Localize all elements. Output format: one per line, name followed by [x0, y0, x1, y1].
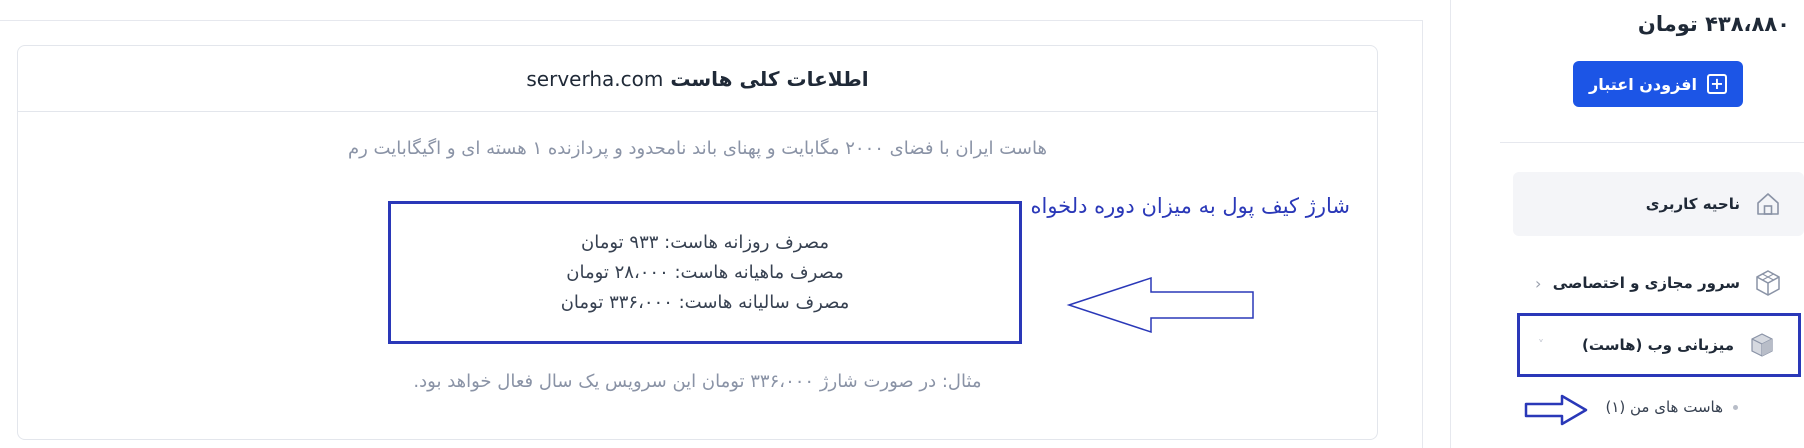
example-text: مثال: در صورت شارژ ۳۳۶،۰۰۰ تومان این سرو… — [413, 371, 982, 392]
usage-yearly: مصرف سالیانه هاست: ۳۳۶،۰۰۰ تومان — [560, 291, 850, 313]
sidebar-item-label: ناحیه کاربری — [1645, 195, 1740, 213]
annotation-arrow-right-icon — [1524, 394, 1588, 426]
add-credit-label: افزودن اعتبار — [1589, 74, 1697, 94]
box-icon — [1748, 331, 1776, 359]
sidebar-subitem-my-hosts[interactable]: هاست های من (۱) — [1588, 395, 1738, 419]
chevron-down-icon: ˅ — [1538, 338, 1544, 352]
bullet-icon — [1733, 404, 1738, 410]
sidebar-subitem-label: هاست های من (۱) — [1605, 398, 1723, 416]
page-root: اطلاعات کلی هاست serverha.com هاست ایران… — [0, 0, 1804, 448]
sidebar-item-user-area[interactable]: ناحیه کاربری — [1513, 172, 1804, 236]
wallet-balance: ۴۳۸،۸۸۰ تومان — [1637, 12, 1790, 36]
sidebar-item-vps[interactable]: سرور مجازی و اختصاصی ‹ — [1513, 258, 1804, 308]
annotation-arrow-left-icon — [1066, 276, 1254, 334]
main-top-divider — [0, 20, 1423, 21]
home-icon — [1754, 190, 1782, 218]
sidebar-section-divider — [1500, 142, 1804, 143]
main-right-divider — [1422, 20, 1423, 448]
card-title: اطلاعات کلی هاست serverha.com — [526, 67, 868, 91]
add-credit-button[interactable]: + افزودن اعتبار — [1573, 61, 1743, 107]
card-title-text: اطلاعات کلی هاست — [670, 66, 869, 91]
sidebar-item-web-hosting[interactable]: میزبانی وب (هاست) ˅ — [1517, 313, 1801, 377]
usage-highlight-box: مصرف روزانه هاست: ۹۳۳ تومان مصرف ماهیانه… — [388, 201, 1022, 344]
annotation-text: شارژ کیف پول به میزان دوره دلخواه — [1030, 194, 1350, 218]
card-title-domain: serverha.com — [526, 66, 664, 91]
usage-daily: مصرف روزانه هاست: ۹۳۳ تومان — [581, 231, 829, 253]
card-header: اطلاعات کلی هاست serverha.com — [18, 46, 1377, 112]
sidebar-item-label: سرور مجازی و اختصاصی — [1552, 274, 1740, 292]
chevron-left-icon: ‹ — [1535, 273, 1542, 293]
cube-icon — [1754, 269, 1782, 297]
sidebar-divider — [1450, 0, 1451, 448]
sidebar-item-label: میزبانی وب (هاست) — [1581, 336, 1734, 354]
host-info-card: اطلاعات کلی هاست serverha.com هاست ایران… — [17, 45, 1378, 440]
plus-icon: + — [1707, 74, 1727, 94]
usage-monthly: مصرف ماهیانه هاست: ۲۸،۰۰۰ تومان — [566, 261, 844, 283]
host-description: هاست ایران با فضای ۲۰۰۰ مگابایت و پهنای … — [347, 138, 1047, 159]
